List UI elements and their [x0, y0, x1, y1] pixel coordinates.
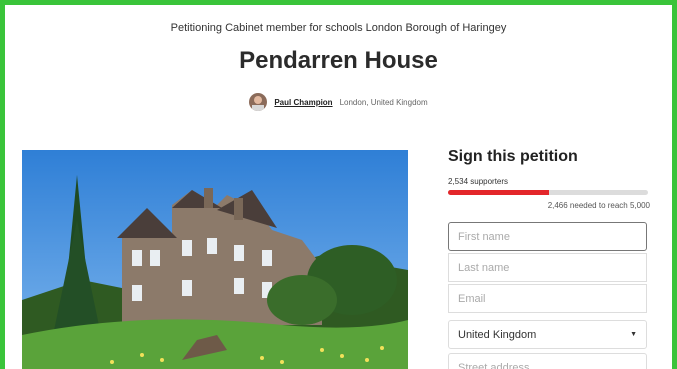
chevron-down-icon: ▼: [630, 331, 637, 338]
avatar[interactable]: [249, 93, 268, 111]
sign-petition-heading: Sign this petition: [448, 148, 578, 165]
page-frame: Petitioning Cabinet member for schools L…: [5, 5, 672, 369]
supporters-progress-bar: [448, 190, 648, 195]
signatures-needed: 2,466 needed to reach 5,000: [547, 201, 650, 210]
country-value: United Kingdom: [458, 328, 537, 341]
progress-fill: [448, 190, 550, 195]
author-location: London, United Kingdom: [339, 97, 428, 107]
petition-target: Petitioning Cabinet member for schools L…: [170, 22, 507, 34]
email-field[interactable]: [448, 284, 647, 313]
first-name-field[interactable]: [448, 222, 647, 251]
author-line: Paul Champion London, United Kingdom: [5, 93, 672, 111]
country-select[interactable]: United Kingdom ▼: [448, 320, 647, 349]
page-title: Pendarren House: [239, 47, 438, 74]
author-name-link[interactable]: Paul Champion: [274, 98, 332, 107]
street-address-field[interactable]: [448, 353, 647, 369]
last-name-field[interactable]: [448, 253, 647, 282]
petition-photo: [22, 150, 408, 369]
supporters-count: 2,534 supporters: [448, 177, 509, 186]
